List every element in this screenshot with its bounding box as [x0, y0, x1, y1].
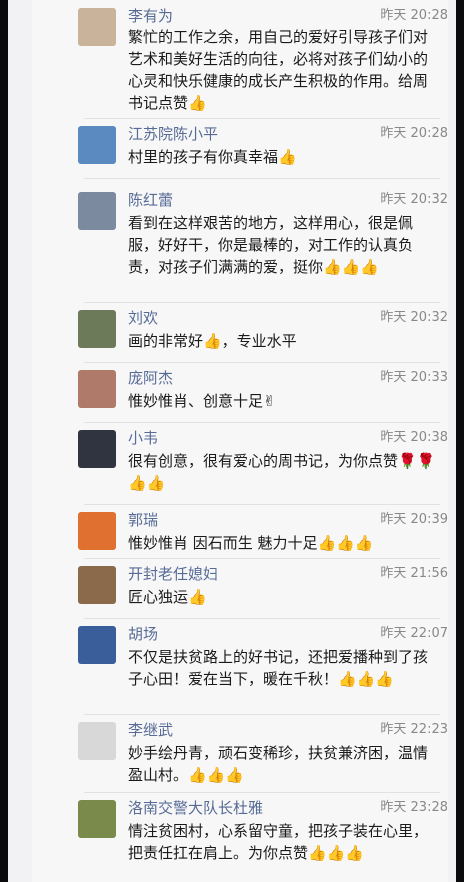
comment-time: 昨天 20:32 — [380, 192, 448, 207]
commenter-name[interactable]: 陈红蕾 — [128, 190, 173, 210]
comment-time: 昨天 20:28 — [380, 126, 448, 141]
comment-time: 昨天 23:28 — [380, 800, 448, 815]
avatar[interactable] — [78, 722, 116, 760]
comment-time: 昨天 20:39 — [380, 512, 448, 527]
avatar[interactable] — [78, 310, 116, 348]
comment-text: 匠心独运👍 — [128, 588, 207, 606]
commenter-name[interactable]: 小韦 — [128, 428, 158, 448]
comment-item[interactable]: 李继武 昨天 22:23 妙手绘丹青，顽石变稀珍，扶贫兼济困，温情盈山村。👍👍👍 — [32, 714, 448, 792]
comment-time: 昨天 20:28 — [380, 8, 448, 23]
comment-list: 李有为 昨天 20:28 繁忙的工作之余，用自己的爱好引导孩子们对艺术和美好生活… — [32, 0, 448, 882]
comment-text: 不仅是扶贫路上的好书记，还把爱播种到了孩子心田！爱在当下，暖在千秋！👍👍👍 — [128, 648, 429, 688]
comment-item[interactable]: 胡场 昨天 22:07 不仅是扶贫路上的好书记，还把爱播种到了孩子心田！爱在当下… — [32, 618, 448, 714]
avatar[interactable] — [78, 8, 116, 46]
commenter-name[interactable]: 刘欢 — [128, 308, 158, 328]
comment-text: 惟妙惟肖 因石而生 魅力十足👍👍👍 — [128, 534, 374, 552]
comment-text: 村里的孩子有你真幸福👍 — [128, 148, 297, 166]
comment-item[interactable]: 开封老任媳妇 昨天 21:56 匠心独运👍 — [32, 558, 448, 618]
comment-time: 昨天 20:33 — [380, 370, 448, 385]
divider — [84, 178, 440, 179]
comment-time: 昨天 21:56 — [380, 566, 448, 581]
avatar[interactable] — [78, 566, 116, 604]
comment-item[interactable]: 李有为 昨天 20:28 繁忙的工作之余，用自己的爱好引导孩子们对艺术和美好生活… — [32, 0, 448, 118]
comment-text: 繁忙的工作之余，用自己的爱好引导孩子们对艺术和美好生活的向往，必将对孩子们幼小的… — [128, 28, 429, 112]
avatar[interactable] — [78, 126, 116, 164]
commenter-name[interactable]: 庞阿杰 — [128, 368, 173, 388]
comment-item[interactable]: 刘欢 昨天 20:32 画的非常好👍，专业水平 — [32, 302, 448, 362]
avatar[interactable] — [78, 512, 116, 550]
commenter-name[interactable]: 李有为 — [128, 6, 173, 26]
commenter-name[interactable]: 李继武 — [128, 720, 173, 740]
comment-time: 昨天 20:32 — [380, 310, 448, 325]
comment-item[interactable]: 陈红蕾 昨天 20:32 看到在这样艰苦的地方，这样用心，很是佩服，好好干，你是… — [32, 184, 448, 302]
comment-item[interactable]: 郭瑞 昨天 20:39 惟妙惟肖 因石而生 魅力十足👍👍👍 — [32, 504, 448, 558]
commenter-name[interactable]: 洛南交警大队长杜雅 — [128, 798, 263, 818]
comment-text: 看到在这样艰苦的地方，这样用心，很是佩服，好好干，你是最棒的，对工作的认真负责，… — [128, 214, 414, 276]
avatar[interactable] — [78, 626, 116, 664]
screen: 李有为 昨天 20:28 繁忙的工作之余，用自己的爱好引导孩子们对艺术和美好生活… — [8, 0, 456, 882]
avatar[interactable] — [78, 800, 116, 838]
comment-time: 昨天 22:07 — [380, 626, 448, 641]
comment-item[interactable]: 小韦 昨天 20:38 很有创意，很有爱心的周书记，为你点赞🌹🌹👍👍 — [32, 422, 448, 504]
commenter-name[interactable]: 郭瑞 — [128, 510, 158, 530]
commenter-name[interactable]: 江苏院陈小平 — [128, 124, 218, 144]
commenter-name[interactable]: 开封老任媳妇 — [128, 564, 218, 584]
avatar[interactable] — [78, 430, 116, 468]
comment-text: 很有创意，很有爱心的周书记，为你点赞🌹🌹👍👍 — [128, 452, 436, 492]
comment-item[interactable]: 庞阿杰 昨天 20:33 惟妙惟肖、创意十足✌ — [32, 362, 448, 422]
avatar[interactable] — [78, 192, 116, 230]
comment-item[interactable]: 江苏院陈小平 昨天 20:28 村里的孩子有你真幸福👍 — [32, 118, 448, 178]
comment-text: 惟妙惟肖、创意十足✌ — [128, 392, 276, 410]
comment-text: 画的非常好👍，专业水平 — [128, 332, 297, 350]
comment-time: 昨天 20:38 — [380, 430, 448, 445]
comment-item[interactable]: 洛南交警大队长杜雅 昨天 23:28 情注贫困村，心系留守童，把孩子装在心里，把… — [32, 792, 448, 882]
avatar[interactable] — [78, 370, 116, 408]
commenter-name[interactable]: 胡场 — [128, 624, 158, 644]
comment-text: 妙手绘丹青，顽石变稀珍，扶贫兼济困，温情盈山村。👍👍👍 — [128, 744, 429, 784]
comment-time: 昨天 22:23 — [380, 722, 448, 737]
comment-text: 情注贫困村，心系留守童，把孩子装在心里，把责任扛在肩上。为你点赞👍👍👍 — [128, 822, 429, 862]
